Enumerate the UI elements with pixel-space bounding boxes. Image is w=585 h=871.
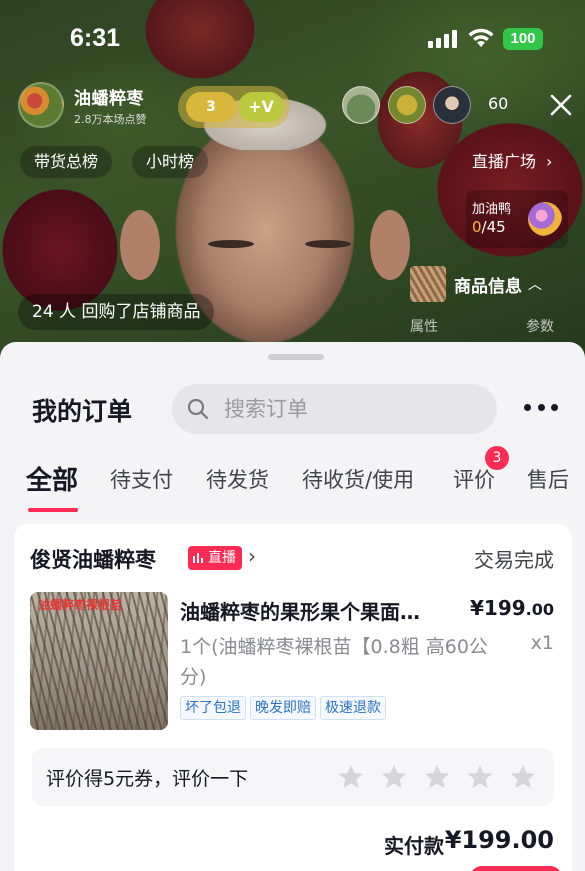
tab-pending-shipment[interactable]: 待发货 [206,464,269,494]
live-square-label: 直播广场 [472,152,537,171]
paid-amount: ¥199.00 [444,826,554,854]
product-image-caption: 油蟠粹枣裸根苗 [38,598,123,612]
fan-club-badge[interactable]: 3 +V [178,86,290,128]
fan-plus-v-icon: +V [238,92,284,122]
tab-all[interactable]: 全部 [26,460,78,497]
parameter-label: 参数 [526,319,554,335]
price-cents: .00 [525,600,554,619]
price-main: ¥199 [469,596,526,620]
host-eye [305,240,351,248]
active-tab-indicator [28,508,78,512]
task-progress-total: /45 [481,218,506,236]
host-name: 油蟠粹枣 [74,88,144,109]
viewer-avatar[interactable] [388,86,426,124]
gift-icon [528,202,562,236]
chevron-up-icon: ︿ [528,277,542,293]
task-label: 加油鸭 [472,202,512,217]
guarantee-tag: 极速退款 [320,696,386,720]
status-time: 6:31 [70,24,121,52]
product-info-label: 商品信息 [454,276,522,297]
star-icon[interactable] [422,762,452,792]
viewer-avatar[interactable] [342,86,380,124]
star-icon[interactable] [508,762,538,792]
wifi-icon [468,28,494,47]
shop-name[interactable]: 俊贤油蟠粹枣 [30,544,156,574]
task-card[interactable]: 加油鸭 0/45 [466,190,568,248]
order-search-input[interactable] [224,397,474,421]
guarantee-tag: 晚发即赔 [250,696,316,720]
live-bars-icon [193,553,203,563]
review-count-badge: 3 [485,446,509,470]
cellular-signal-icon [428,30,458,48]
task-progress: 0/45 [472,218,506,236]
product-info-toggle[interactable]: 商品信息 ︿ [410,266,542,302]
host-eye [208,240,254,248]
sheet-title: 我的订单 [32,397,133,426]
tab-pending-payment[interactable]: 待支付 [110,464,173,494]
tab-pending-receipt[interactable]: 待收货/使用 [302,464,414,494]
viewer-avatar[interactable] [433,86,471,124]
attribute-label: 属性 [410,319,438,335]
host-avatar[interactable] [18,82,64,128]
star-icon[interactable] [336,762,366,792]
chevron-right-icon: › [248,544,256,568]
live-tag-label: 直播 [208,550,236,566]
star-icon[interactable] [379,762,409,792]
product-image[interactable]: 油蟠粹枣裸根苗 [30,592,168,730]
host-card[interactable]: 油蟠粹枣 2.8万本场点赞 [18,80,147,130]
order-search-box[interactable] [172,384,497,434]
chevron-right-icon: › [546,152,553,171]
review-prompt-text: 评价得5元券，评价一下 [46,768,249,790]
star-icon[interactable] [465,762,495,792]
sheet-grabber[interactable] [268,354,324,360]
status-bar: 6:31 100 [0,0,585,78]
hourly-rank-button[interactable]: 小时榜 [132,146,209,178]
live-tag: 直播 [188,546,242,570]
search-icon [187,398,209,420]
fan-heart-icon: 3 [186,92,236,122]
product-spec: 1个(油蟠粹枣裸根苗【0.8粗 高60公分) [180,636,488,688]
guarantee-tag: 坏了包退 [180,696,246,720]
tab-reviews[interactable]: 评价 [453,464,495,494]
repurchase-banner: 24 人 回购了店铺商品 [18,294,215,330]
live-square-link[interactable]: 直播广场 › [472,148,552,176]
order-status: 交易完成 [474,548,554,572]
tab-after-sales[interactable]: 售后 [527,464,569,494]
star-rating[interactable] [336,762,538,792]
host-likes: 2.8万本场点赞 [74,112,147,126]
task-progress-current: 0 [472,218,482,236]
more-options-icon[interactable] [524,404,558,414]
paid-label: 实付款 [384,834,444,858]
action-button[interactable] [470,866,562,871]
product-price: ¥199.00 [470,596,554,620]
orders-bottom-sheet: 我的订单 全部 待支付 待发货 待收货/使用 评价 售后 3 俊贤油蟠粹枣 直播… [0,342,585,871]
product-quantity: x1 [530,632,554,654]
order-card[interactable]: 俊贤油蟠粹枣 直播 › 交易完成 油蟠粹枣裸根苗 油蟠粹枣的果形果个果面… ¥1… [14,524,572,871]
guarantee-tags: 坏了包退 晚发即赔 极速退款 [180,696,386,720]
close-icon[interactable] [548,92,574,118]
product-thumbnail [410,266,446,302]
battery-indicator: 100 [503,28,543,50]
product-title[interactable]: 油蟠粹枣的果形果个果面… [180,596,460,625]
review-prompt-bar[interactable]: 评价得5元券，评价一下 [32,748,554,806]
sales-rank-button[interactable]: 带货总榜 [20,146,113,178]
viewer-count[interactable]: 60 [488,94,508,113]
